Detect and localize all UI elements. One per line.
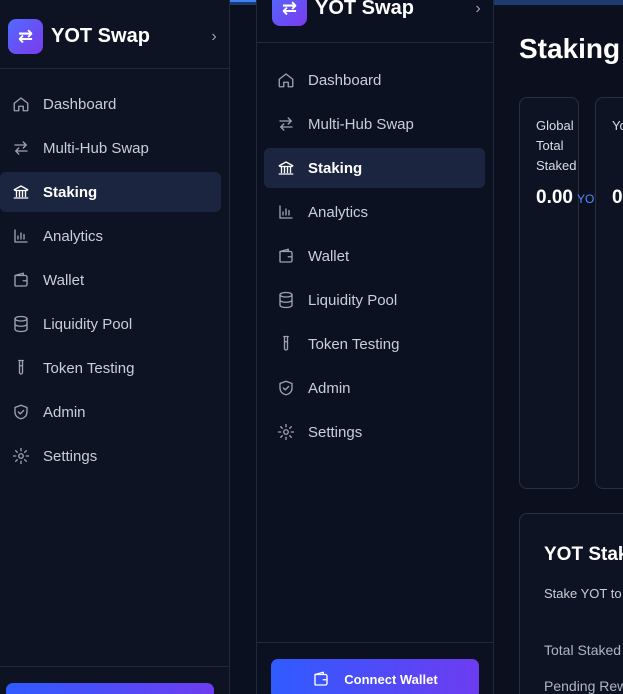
- sidebar-item-settings[interactable]: Settings: [0, 436, 221, 476]
- sidebar-item-label: Staking: [308, 159, 363, 177]
- connect-wallet-button[interactable]: Connect Wallet: [271, 659, 479, 694]
- sidebar-item-analytics[interactable]: Analytics: [264, 192, 485, 232]
- sidebar-item-wallet[interactable]: Wallet: [264, 236, 485, 276]
- swap-arrows-icon: ⇄: [8, 19, 43, 54]
- home-icon: [12, 95, 30, 113]
- page-title: Staking: [519, 33, 621, 64]
- connect-wallet-label: Connect Wallet: [344, 671, 438, 687]
- card-description: Stake YOT to actions requi: [544, 586, 623, 601]
- sidebar-nav: Dashboard Multi-Hub Swap Staking Analyti…: [257, 60, 493, 456]
- stat-value: 0: [612, 187, 623, 209]
- gear-icon: [12, 447, 30, 465]
- sidebar-item-wallet[interactable]: Wallet: [0, 260, 221, 300]
- sidebar-item-label: Analytics: [43, 227, 104, 245]
- chevron-right-icon[interactable]: ›: [463, 0, 493, 18]
- sidebar-background: ⇄ YOT Swap › Dashboard Multi-Hub Swap St…: [0, 0, 230, 694]
- sidebar-item-label: Staking: [43, 183, 98, 201]
- test-tube-icon: [277, 335, 295, 353]
- chevron-right-icon[interactable]: ›: [199, 28, 229, 46]
- sidebar-item-label: Dashboard: [308, 71, 382, 89]
- swap-arrows-icon: ⇄: [272, 0, 307, 26]
- stat-card-your-staked-amount: Yo St Ar 0: [595, 97, 623, 489]
- sidebar-item-label: Admin: [308, 379, 351, 397]
- sidebar-footer: [0, 666, 229, 694]
- sidebar-item-label: Settings: [308, 423, 363, 441]
- sidebar-item-label: Dashboard: [43, 95, 117, 113]
- database-icon: [12, 315, 30, 333]
- stat-value: 0.00 YOT: [536, 187, 602, 209]
- sidebar-item-token-testing[interactable]: Token Testing: [0, 348, 221, 388]
- wallet-icon: [312, 670, 330, 688]
- sidebar-item-label: Wallet: [308, 247, 350, 265]
- stat-number: 0.00: [536, 187, 573, 208]
- sidebar-item-admin[interactable]: Admin: [0, 392, 221, 432]
- stat-card-global-total-staked: Global Total Staked 0.00 YOT: [519, 97, 602, 489]
- bar-chart-icon: [277, 203, 295, 221]
- sidebar-item-liquidity-pool[interactable]: Liquidity Pool: [264, 280, 485, 320]
- sidebar-item-label: Multi-Hub Swap: [43, 139, 149, 157]
- sidebar-item-label: Liquidity Pool: [43, 315, 133, 333]
- shield-check-icon: [12, 403, 30, 421]
- wallet-icon: [277, 247, 295, 265]
- pending-rewards-label: Pending Rew: [544, 678, 623, 694]
- yot-staking-card: YOT Stak Stake YOT to actions requi Tota…: [519, 513, 623, 694]
- home-icon: [277, 71, 295, 89]
- sidebar: ⇄ YOT Swap › Dashboard Multi-Hub Swap St…: [256, 0, 494, 694]
- test-tube-icon: [12, 359, 30, 377]
- sidebar-item-label: Admin: [43, 403, 86, 421]
- sidebar-brand: ⇄ YOT Swap ›: [257, 0, 493, 43]
- brand-title: YOT Swap: [315, 0, 414, 19]
- sidebar-item-settings[interactable]: Settings: [264, 412, 485, 452]
- total-staked-label: Total Staked: [544, 642, 622, 658]
- sidebar-item-label: Settings: [43, 447, 98, 465]
- sidebar-item-dashboard[interactable]: Dashboard: [264, 60, 485, 100]
- wallet-icon: [12, 271, 30, 289]
- sidebar-item-multi-hub-swap[interactable]: Multi-Hub Swap: [264, 104, 485, 144]
- sidebar-footer: Connect Wallet: [257, 642, 493, 694]
- gear-icon: [277, 423, 295, 441]
- stat-label: Global Total Staked: [536, 118, 577, 173]
- card-title: YOT Stak: [544, 544, 623, 565]
- swap-arrows-icon: [277, 115, 295, 133]
- database-icon: [277, 291, 295, 309]
- stat-label: Yo St Ar: [612, 118, 623, 133]
- sidebar-item-staking[interactable]: Staking: [0, 172, 221, 212]
- sidebar-item-label: Token Testing: [308, 335, 400, 353]
- brand-title: YOT Swap: [51, 25, 150, 47]
- sidebar-item-token-testing[interactable]: Token Testing: [264, 324, 485, 364]
- sidebar-item-label: Liquidity Pool: [308, 291, 398, 309]
- sidebar-brand: ⇄ YOT Swap ›: [0, 5, 229, 69]
- sidebar-item-analytics[interactable]: Analytics: [0, 216, 221, 256]
- connect-wallet-button[interactable]: [6, 683, 214, 694]
- sidebar-item-label: Wallet: [43, 271, 85, 289]
- sidebar-item-label: Token Testing: [43, 359, 135, 377]
- sidebar-item-liquidity-pool[interactable]: Liquidity Pool: [0, 304, 221, 344]
- shield-check-icon: [277, 379, 295, 397]
- bank-icon: [277, 159, 295, 177]
- sidebar-item-staking[interactable]: Staking: [264, 148, 485, 188]
- main-content: Staking Global Total Staked 0.00YOT Yo S…: [495, 5, 623, 694]
- sidebar-item-label: Analytics: [308, 203, 369, 221]
- bank-icon: [12, 183, 30, 201]
- sidebar-item-label: Multi-Hub Swap: [308, 115, 414, 133]
- sidebar-nav: Dashboard Multi-Hub Swap Staking Analyti…: [0, 84, 229, 480]
- sidebar-item-multi-hub-swap[interactable]: Multi-Hub Swap: [0, 128, 221, 168]
- bar-chart-icon: [12, 227, 30, 245]
- sidebar-item-dashboard[interactable]: Dashboard: [0, 84, 221, 124]
- swap-arrows-icon: [12, 139, 30, 157]
- sidebar-item-admin[interactable]: Admin: [264, 368, 485, 408]
- stat-number: 0: [612, 187, 623, 208]
